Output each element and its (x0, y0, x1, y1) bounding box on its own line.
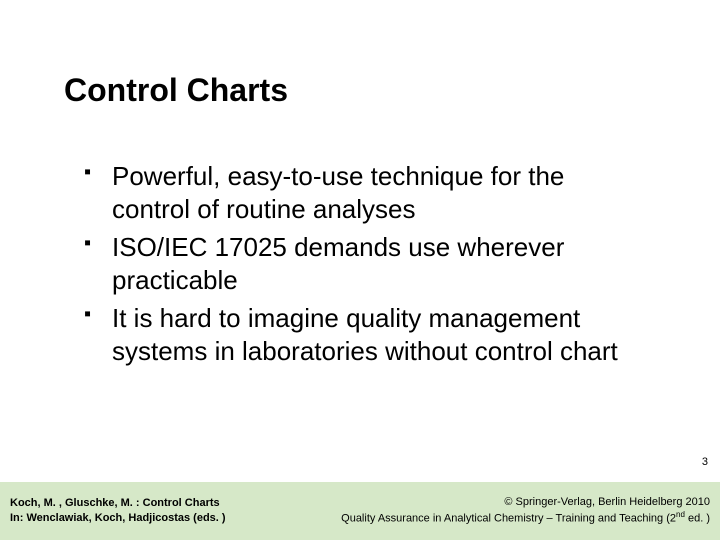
footer-book-post: ed. ) (685, 513, 710, 525)
footer-publisher: © Springer-Verlag, Berlin Heidelberg 201… (341, 495, 710, 510)
page-number: 3 (702, 456, 708, 468)
bullet-list: Powerful, easy-to-use technique for the … (84, 160, 644, 373)
list-item: ISO/IEC 17025 demands use wherever pract… (84, 231, 644, 296)
footer-right: © Springer-Verlag, Berlin Heidelberg 201… (341, 495, 710, 526)
list-item: It is hard to imagine quality management… (84, 302, 644, 367)
footer-book: Quality Assurance in Analytical Chemistr… (341, 510, 710, 527)
footer-book-pre: Quality Assurance in Analytical Chemistr… (341, 513, 676, 525)
footer-authors: Koch, M. , Gluschke, M. : Control Charts (10, 496, 226, 511)
footer-left: Koch, M. , Gluschke, M. : Control Charts… (10, 496, 226, 526)
slide-title: Control Charts (64, 72, 288, 109)
footer-in: In: Wenclawiak, Koch, Hadjicostas (eds. … (10, 511, 226, 526)
footer-book-sup: nd (676, 510, 685, 519)
slide: Control Charts Powerful, easy-to-use tec… (0, 0, 720, 540)
list-item: Powerful, easy-to-use technique for the … (84, 160, 644, 225)
footer-bar: Koch, M. , Gluschke, M. : Control Charts… (0, 482, 720, 540)
